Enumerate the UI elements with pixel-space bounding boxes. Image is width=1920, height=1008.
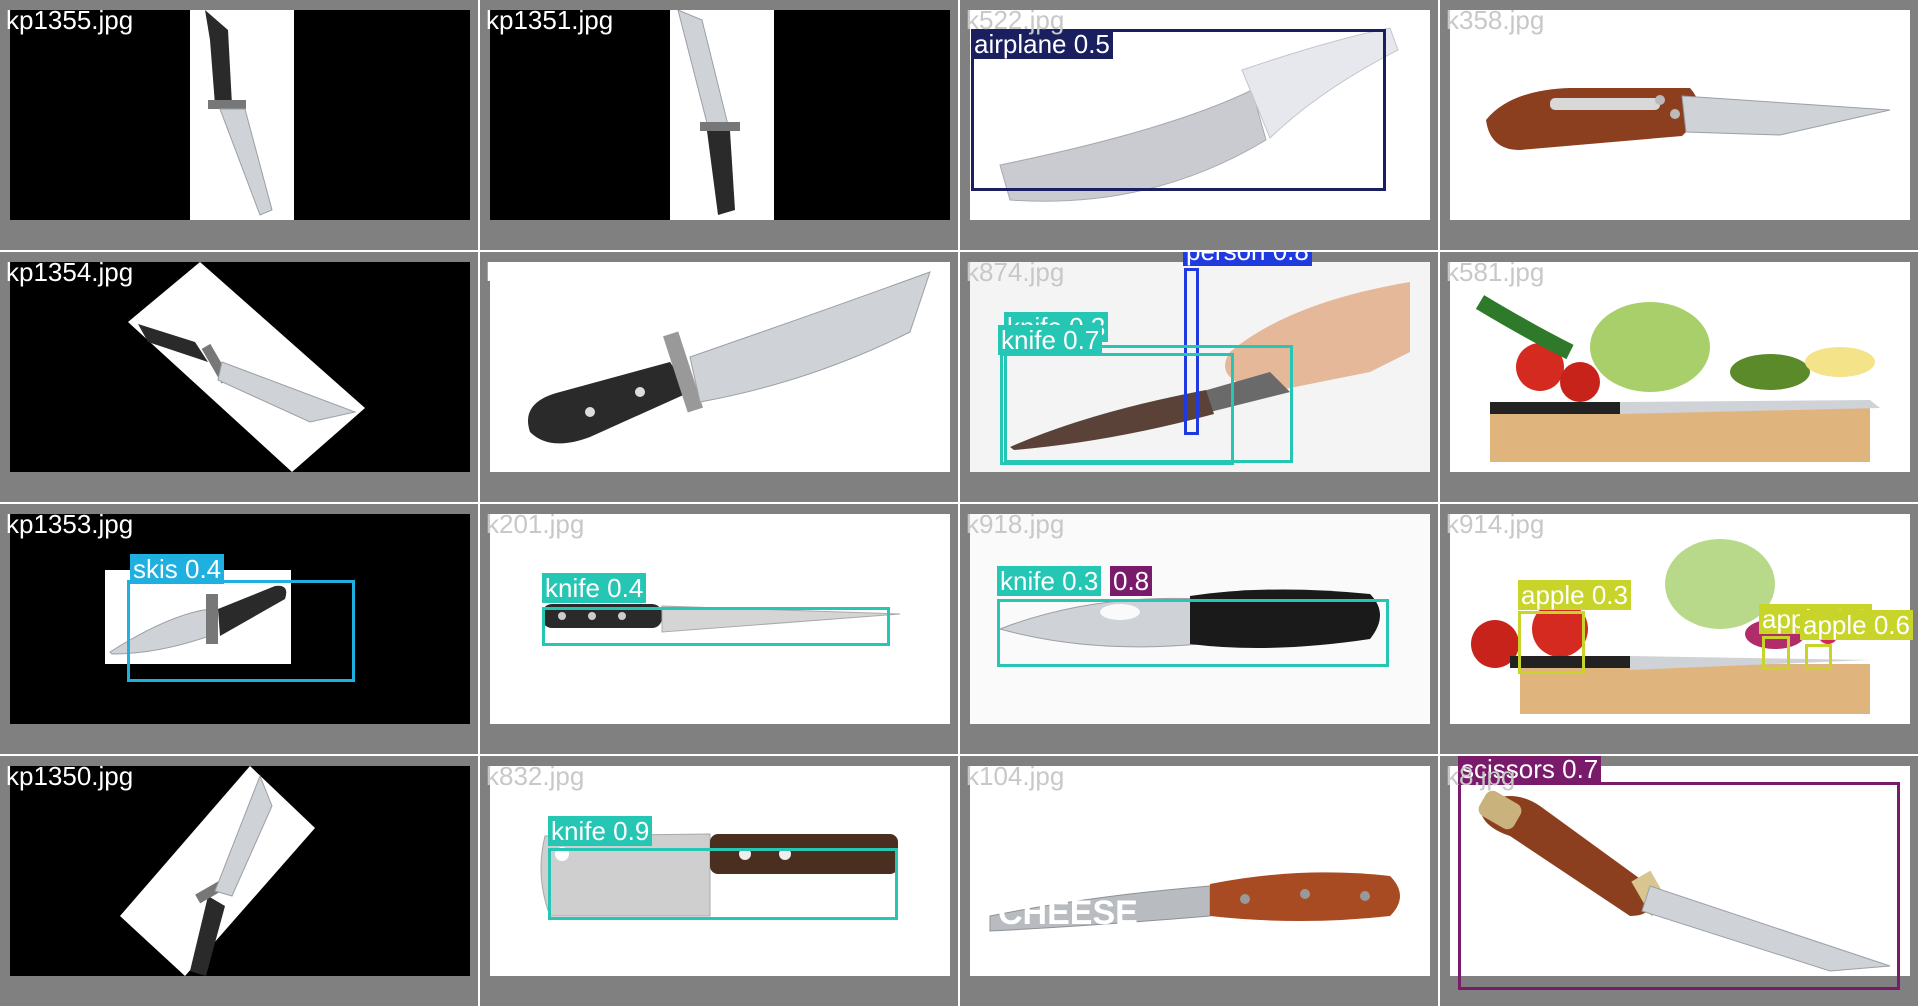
detection-label: 0.8 xyxy=(1110,566,1153,596)
detection-box xyxy=(1000,353,1234,465)
detection-box xyxy=(127,580,355,682)
tile-image xyxy=(10,262,470,472)
tile-image: CHEESE xyxy=(970,766,1430,976)
mosaic-tile: k522.jpg airplane 0.5 xyxy=(960,0,1438,250)
knife-illustration: CHEESE xyxy=(970,766,1430,976)
knife-illustration xyxy=(1450,10,1910,220)
tile-filename: kp1505.jpg xyxy=(486,257,614,287)
tile-filename: k358.jpg xyxy=(1446,5,1545,35)
tile-image xyxy=(1450,10,1910,220)
mosaic-tile: k8.jpg scissors 0.7 xyxy=(1440,756,1918,1006)
detection-box xyxy=(1518,611,1585,674)
tile-filename: k918.jpg xyxy=(966,509,1065,539)
detection-box xyxy=(542,607,890,646)
mosaic-tile: k918.jpg knife 0.3 0.8 xyxy=(960,504,1438,754)
tile-filename: k832.jpg xyxy=(486,761,585,791)
knife-illustration xyxy=(1450,262,1910,472)
detection-label: knife 0.3 xyxy=(997,566,1102,596)
mosaic-tile: kp1354.jpg xyxy=(0,252,478,502)
tile-filename: k581.jpg xyxy=(1446,257,1545,287)
tile-filename: k914.jpg xyxy=(1446,509,1545,539)
tile-image xyxy=(1450,262,1910,472)
mosaic-tile: k832.jpg knife 0.9 xyxy=(480,756,958,1006)
tile-filename: kp1350.jpg xyxy=(6,761,134,791)
tile-filename: k201.jpg xyxy=(486,509,585,539)
cheese-word: CHEESE xyxy=(998,894,1138,932)
detection-label: apple 0.6 xyxy=(1800,610,1913,640)
detection-box xyxy=(1805,644,1832,670)
detection-label: skis 0.4 xyxy=(130,554,225,584)
tile-filename: k8.jpg xyxy=(1446,761,1516,791)
knife-illustration xyxy=(10,262,470,472)
image-mosaic: kp1355.jpg kp1351.jpg k522.jpg airplane 0… xyxy=(0,0,1920,1008)
knife-illustration xyxy=(10,766,470,976)
detection-box xyxy=(1458,782,1900,990)
knife-illustration xyxy=(490,262,950,472)
knife-illustration xyxy=(490,10,950,220)
mosaic-tile: kp1351.jpg xyxy=(480,0,958,250)
detection-label: person 0.8 xyxy=(1183,252,1312,266)
detection-label: knife 0.9 xyxy=(548,816,653,846)
mosaic-tile: k358.jpg xyxy=(1440,0,1918,250)
mosaic-tile: kp1505.jpg xyxy=(480,252,958,502)
tile-image xyxy=(10,10,470,220)
detection-label: knife 0.7 xyxy=(998,325,1103,355)
mosaic-tile: k874.jpgperson 0.8knife 0.3knife 0.7 xyxy=(960,252,1438,502)
mosaic-tile: kp1353.jpg skis 0.4 xyxy=(0,504,478,754)
detection-box xyxy=(1762,636,1790,670)
mosaic-tile: CHEESE k104.jpg xyxy=(960,756,1438,1006)
tile-filename: k874.jpg xyxy=(966,257,1065,287)
tile-image xyxy=(10,766,470,976)
tile-filename: k104.jpg xyxy=(966,761,1065,791)
mosaic-tile: k201.jpg knife 0.4 xyxy=(480,504,958,754)
detection-box xyxy=(548,848,898,920)
tile-filename: kp1351.jpg xyxy=(486,5,614,35)
detection-label: knife 0.4 xyxy=(542,573,647,603)
tile-filename: kp1354.jpg xyxy=(6,257,134,287)
tile-image xyxy=(490,262,950,472)
tile-image xyxy=(490,10,950,220)
tile-filename: kp1355.jpg xyxy=(6,5,134,35)
detection-box xyxy=(997,599,1389,667)
knife-illustration xyxy=(10,10,470,220)
tile-filename: kp1353.jpg xyxy=(6,509,134,539)
tile-filename: k522.jpg xyxy=(966,5,1065,35)
detection-label: apple 0.3 xyxy=(1518,580,1631,610)
mosaic-tile: k581.jpg xyxy=(1440,252,1918,502)
mosaic-tile: kp1355.jpg xyxy=(0,0,478,250)
mosaic-tile: kp1350.jpg xyxy=(0,756,478,1006)
mosaic-tile: k914.jpgapple 0.3apple 0.3apple 0.6 xyxy=(1440,504,1918,754)
